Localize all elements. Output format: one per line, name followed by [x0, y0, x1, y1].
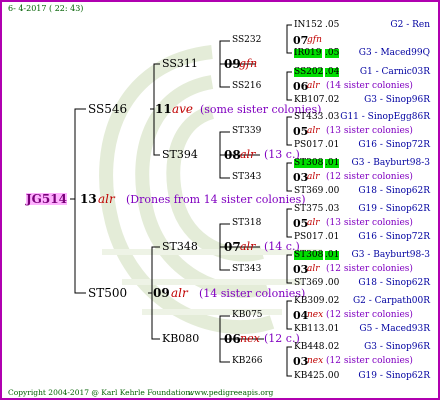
gen4-year: .04	[325, 67, 340, 77]
gen2-id: SS311	[162, 57, 198, 70]
gen4-year: .02	[325, 95, 340, 105]
gen3-note: (14 sister colonies)	[326, 81, 413, 91]
gen4-year: .01	[325, 140, 340, 150]
gen4-id: KB425	[294, 371, 325, 381]
gen3-id: ST318	[232, 218, 262, 228]
header-date: 6- 4-2017 ( 22: 43)	[8, 4, 84, 13]
gen4-location: G1 - Carnic03R	[359, 67, 430, 77]
gen4-location: G2 - Carpath00R	[352, 296, 430, 306]
gen4-id: PS017	[294, 232, 324, 242]
gen3-id: KB266	[232, 356, 263, 366]
gen4-year: .01	[325, 324, 340, 334]
gen3-id: SS216	[232, 81, 262, 91]
gen4-year: .03	[325, 112, 340, 122]
gen4-id: ST308	[294, 158, 324, 168]
gen4-year: .01	[325, 232, 340, 242]
root-race: alr	[98, 192, 115, 206]
gen4-id: ST308	[294, 250, 324, 260]
gen4-id: IR019	[294, 48, 322, 58]
gen2-race: gfn	[239, 57, 258, 70]
gen1-race: alr	[171, 286, 188, 300]
gen4-location: G3 - Bayburt98-3	[351, 158, 430, 168]
gen3-race: alr	[307, 81, 320, 91]
gen3-note: (12 sister colonies)	[326, 310, 413, 320]
gen4-location: G16 - Sinop72R	[358, 140, 430, 150]
gen4-id: KB107	[294, 95, 325, 105]
gen3-id: ST343	[232, 172, 262, 182]
gen4-id: PS017	[294, 140, 324, 150]
gen4-year: .02	[325, 342, 340, 352]
gen4-year: .01	[325, 158, 340, 168]
gen4-year: .05	[325, 48, 340, 58]
gen4-location: G19 - Sinop62R	[358, 371, 430, 381]
gen2-race: alr	[240, 240, 256, 253]
footer-copyright: Copyright 2004-2017 @ Karl Kehrle Founda…	[8, 388, 193, 397]
gen4-location: G5 - Maced93R	[359, 324, 430, 334]
pedigree-frame: 6- 4-2017 ( 22: 43) JG514 13 alr (Drones…	[0, 0, 440, 400]
gen3-note: (13 sister colonies)	[326, 218, 413, 228]
gen4-year: .05	[325, 20, 340, 30]
gen3-id: ST339	[232, 126, 262, 136]
gen4-id: KB309	[294, 296, 325, 306]
gen2-race: nex	[240, 332, 260, 345]
gen4-location: G3 - Bayburt98-3	[351, 250, 430, 260]
gen3-race: alr	[307, 126, 320, 136]
gen2-race: alr	[240, 148, 256, 161]
gen4-location: G19 - Sinop62R	[358, 204, 430, 214]
gen4-year: .00	[325, 186, 340, 196]
gen3-race: nex	[307, 356, 324, 366]
gen2-id: KB080	[162, 332, 200, 345]
gen2-num: 07	[224, 240, 241, 254]
gen4-location: G3 - Maced99Q	[358, 48, 430, 58]
gen4-location: G18 - Sinop62R	[358, 278, 430, 288]
gen4-id: ST369	[294, 186, 324, 196]
gen3-id: ST343	[232, 264, 262, 274]
root-id: JG514	[26, 192, 67, 206]
gen1-num: 11	[155, 102, 172, 116]
gen4-location: G18 - Sinop62R	[358, 186, 430, 196]
gen4-id: ST375	[294, 204, 324, 214]
footer-site: www.pedigreeapis.org	[188, 388, 274, 397]
gen3-race: nex	[307, 310, 324, 320]
gen1-race: ave	[172, 102, 194, 116]
gen4-id: IN152	[294, 20, 323, 30]
gen4-location: G11 - SinopEgg86R	[340, 112, 430, 122]
gen1-id: SS546	[88, 102, 128, 116]
gen4-id: KB448	[294, 342, 325, 352]
root-num: 13	[80, 192, 97, 206]
gen3-note: (12 sister colonies)	[326, 264, 413, 274]
gen4-id: KB113	[294, 324, 325, 334]
gen4-location: G3 - Sinop96R	[364, 342, 430, 352]
gen1-note: (14 sister colonies)	[199, 287, 306, 300]
gen3-note: (12 sister colonies)	[326, 356, 413, 366]
gen2-id: ST394	[162, 148, 198, 161]
gen4-year: .01	[325, 250, 340, 260]
gen4-year: .00	[325, 278, 340, 288]
gen3-id: SS232	[232, 35, 262, 45]
gen2-id: ST348	[162, 240, 198, 253]
gen4-id: ST433	[294, 112, 324, 122]
gen4-location: G2 - Ren	[390, 20, 430, 30]
gen1-id: ST500	[88, 286, 128, 300]
gen4-id: ST369	[294, 278, 324, 288]
gen1-num: 09	[153, 286, 170, 300]
gen3-race: alr	[307, 264, 320, 274]
gen4-location: G3 - Sinop96R	[364, 95, 430, 105]
gen3-note: (12 sister colonies)	[326, 172, 413, 182]
gen4-year: .00	[325, 371, 340, 381]
gen2-num: 08	[224, 148, 241, 162]
gen2-num: 06	[224, 332, 241, 346]
gen4-year: .02	[325, 296, 340, 306]
gen4-year: .03	[325, 204, 340, 214]
gen3-race: gfn	[307, 35, 322, 45]
gen4-id: SS202	[294, 67, 324, 77]
gen3-race: alr	[307, 218, 320, 228]
gen3-note: (13 sister colonies)	[326, 126, 413, 136]
gen4-location: G16 - Sinop72R	[358, 232, 430, 242]
gen3-race: alr	[307, 172, 320, 182]
gen3-id: KB075	[232, 310, 263, 320]
root-note: (Drones from 14 sister colonies)	[126, 193, 306, 206]
